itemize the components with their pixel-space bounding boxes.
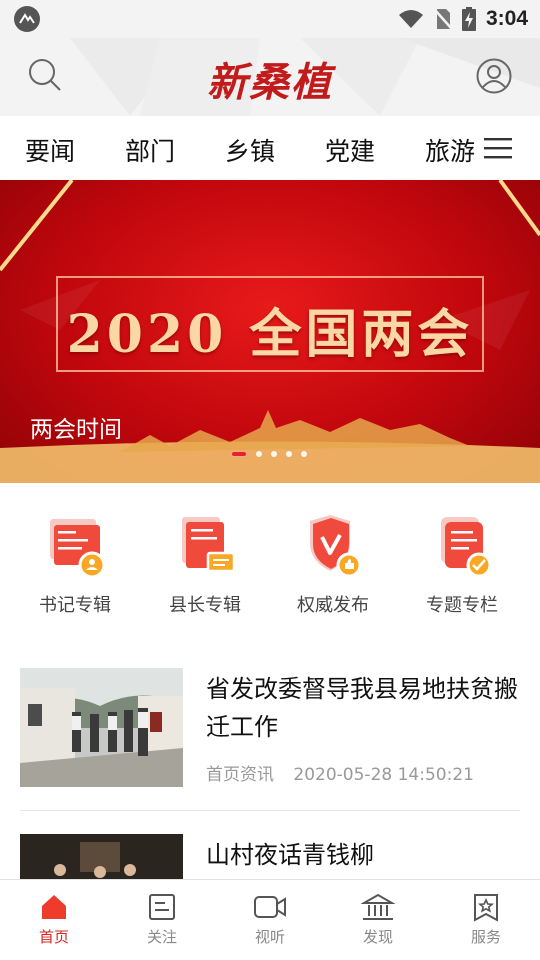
news-source: 首页资讯: [206, 765, 274, 785]
nav-label: 发现: [362, 928, 393, 946]
status-time: 3:04: [485, 7, 528, 30]
category-tabs: 要闻 部门 乡镇 党建 旅游: [0, 116, 540, 180]
home-icon: [42, 895, 66, 919]
quick-link-secretary-album[interactable]: 书记专辑: [15, 513, 135, 617]
discover-icon: [361, 893, 395, 920]
secretary-album-icon: [50, 519, 106, 579]
nav-label: 关注: [146, 928, 177, 946]
authoritative-release-icon: [310, 515, 362, 578]
news-item[interactable]: 山村夜话青钱柳: [20, 834, 520, 879]
carousel-dot[interactable]: [256, 451, 262, 457]
special-topic-icon: [441, 517, 492, 578]
carousel-dot-active[interactable]: [231, 451, 247, 457]
quick-link-label: 权威发布: [297, 595, 369, 616]
more-categories-button[interactable]: [484, 136, 512, 164]
nav-label: 视听: [254, 928, 285, 946]
county-head-album-icon: [182, 517, 236, 573]
quick-link-label: 县长专辑: [169, 595, 241, 616]
bottom-navigation: 首页 关注 视听 发现 服务: [0, 879, 540, 960]
quick-link-authoritative-release[interactable]: 权威发布: [273, 513, 393, 617]
news-thumbnail: [20, 668, 183, 787]
quick-link-county-head-album[interactable]: 县长专辑: [145, 513, 265, 617]
nav-follow[interactable]: 关注: [108, 892, 216, 947]
banner-title: 2020 全国两会: [66, 304, 474, 365]
menu-icon: [484, 138, 512, 159]
nav-discover[interactable]: 发现: [324, 892, 432, 947]
user-icon: [476, 58, 512, 94]
battery-charging-icon: [461, 7, 476, 31]
tab-departments[interactable]: 部门: [125, 132, 175, 168]
user-profile-button[interactable]: [476, 58, 512, 98]
nav-service[interactable]: 服务: [432, 892, 540, 947]
video-icon: [254, 896, 286, 918]
nav-home[interactable]: 首页: [0, 892, 108, 947]
quick-link-label: 书记专辑: [39, 595, 111, 616]
no-sim-icon: [434, 9, 452, 29]
tab-towns[interactable]: 乡镇: [225, 132, 275, 168]
tab-tourism[interactable]: 旅游: [425, 132, 475, 168]
wifi-icon: [398, 10, 423, 28]
news-title: 省发改委督导我县易地扶贫搬迁工作: [206, 675, 518, 741]
tab-news[interactable]: 要闻: [25, 132, 75, 168]
banner-caption: 两会时间: [30, 417, 122, 443]
quick-link-label: 专题专栏: [426, 595, 498, 616]
banner-carousel[interactable]: 2020 全国两会 两会时间: [0, 180, 540, 483]
news-title: 山村夜话青钱柳: [206, 841, 374, 869]
quick-links: 书记专辑 县长专辑 权威发布 专题专栏: [0, 483, 540, 643]
nav-label: 服务: [470, 928, 501, 946]
app-header: 新桑植: [0, 38, 540, 116]
quick-link-special-topic[interactable]: 专题专栏: [402, 513, 522, 617]
carousel-dot[interactable]: [301, 451, 307, 457]
news-item[interactable]: 省发改委督导我县易地扶贫搬迁工作 首页资讯 2020-05-28 14:50:2…: [20, 668, 520, 788]
app-notification-icon: [14, 6, 40, 32]
news-thumbnail: [20, 834, 183, 879]
carousel-indicator: [231, 451, 307, 457]
nav-label: 首页: [38, 928, 69, 946]
follow-icon: [149, 894, 175, 920]
tab-party[interactable]: 党建: [325, 132, 375, 168]
nav-video[interactable]: 视听: [216, 892, 324, 947]
carousel-dot[interactable]: [271, 451, 277, 457]
search-button[interactable]: [28, 58, 62, 96]
news-meta: 首页资讯 2020-05-28 14:50:21: [206, 760, 474, 785]
service-icon: [474, 894, 498, 922]
news-time: 2020-05-28 14:50:21: [293, 765, 474, 785]
app-logo: 新桑植: [207, 59, 333, 106]
search-icon: [29, 59, 61, 91]
carousel-dot[interactable]: [286, 451, 292, 457]
status-bar: 3:04: [0, 0, 540, 38]
news-divider: [20, 810, 520, 811]
